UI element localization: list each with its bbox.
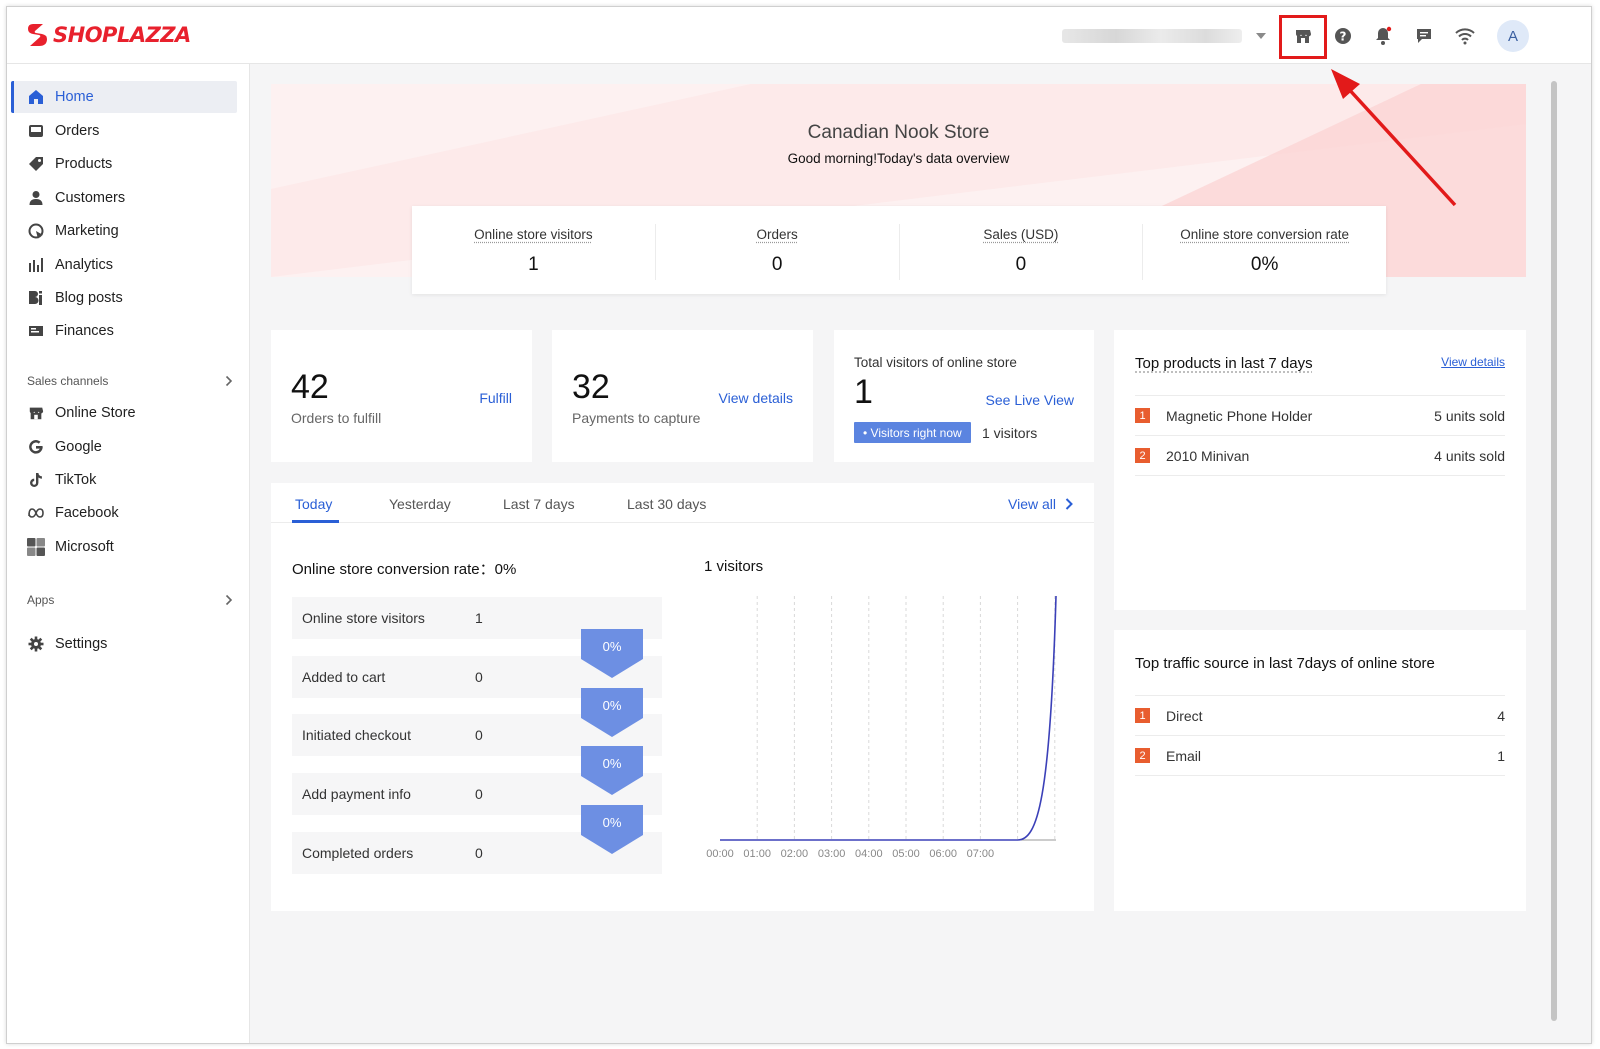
- annotation-arrow-icon: [1331, 69, 1457, 207]
